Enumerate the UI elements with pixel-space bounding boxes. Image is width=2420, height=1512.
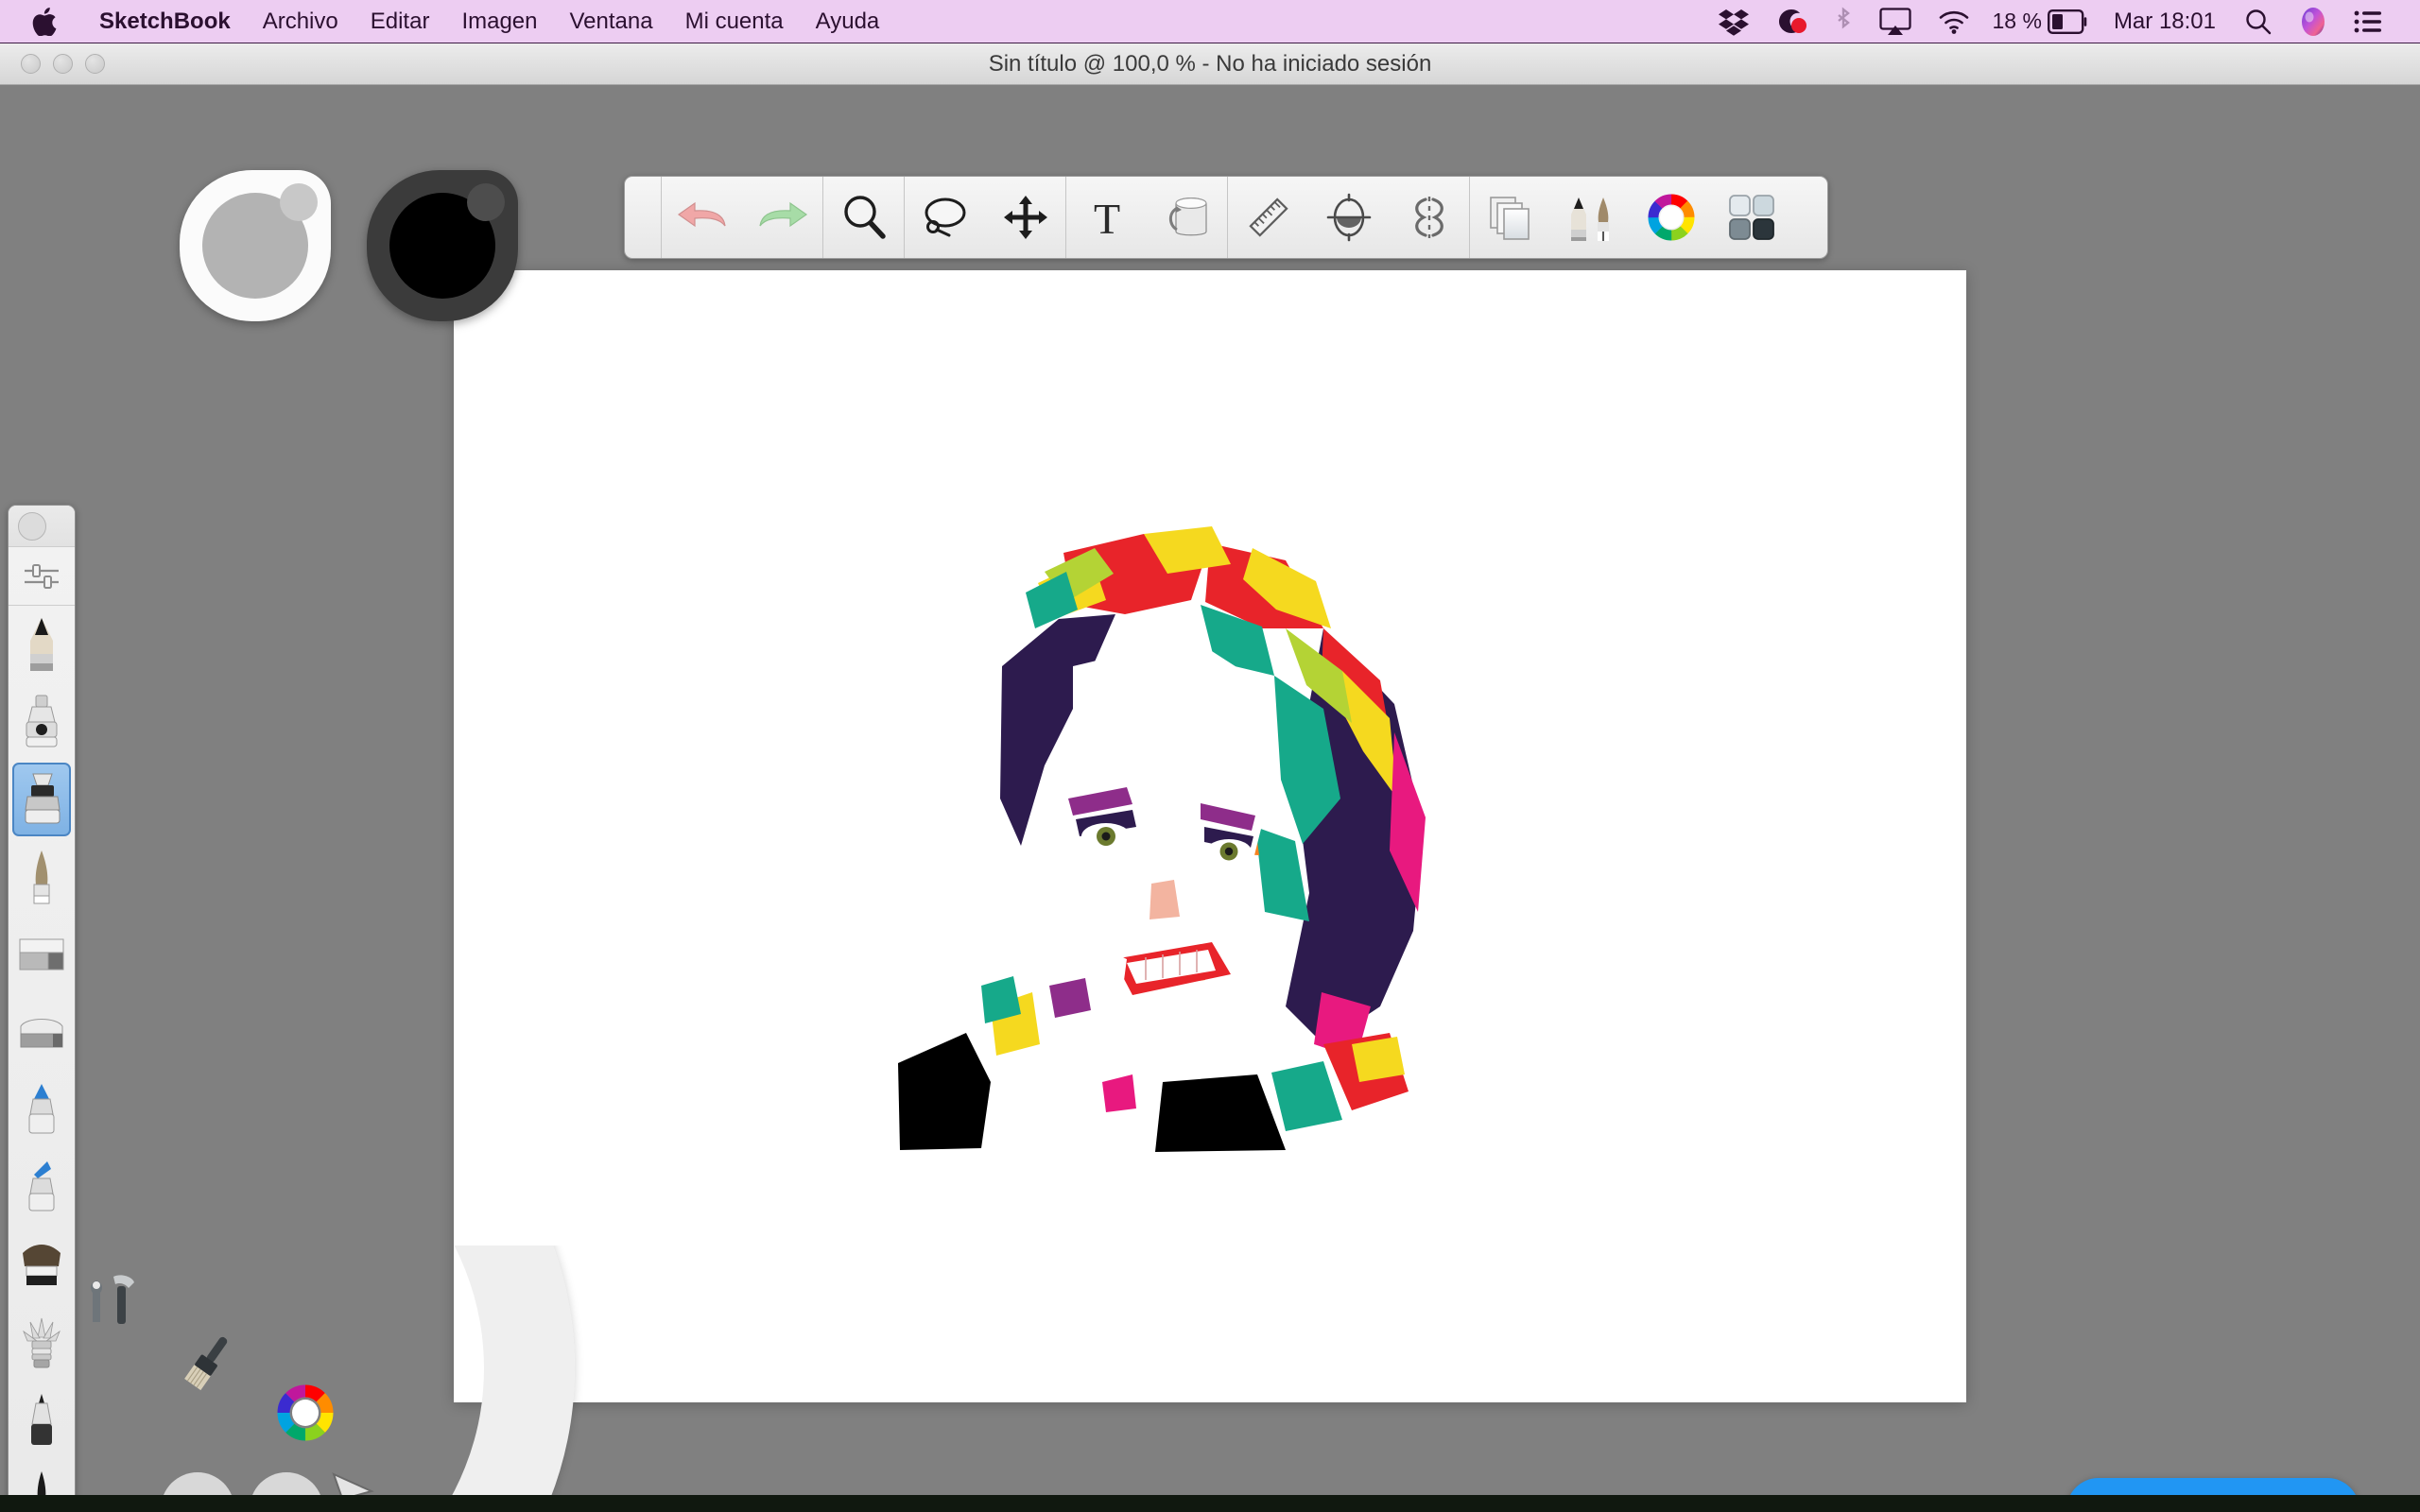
menu-item-imagen[interactable]: Imagen [445, 0, 553, 43]
toolbar-group-create: T [1066, 177, 1227, 258]
brush-size-puck-body [180, 170, 331, 321]
brush-size-puck-handle[interactable] [280, 183, 318, 221]
window-title: Sin título @ 100,0 % - No ha iniciado se… [988, 50, 1432, 77]
lagoon-color[interactable] [270, 1378, 340, 1448]
layers-button[interactable] [1470, 177, 1550, 258]
drawing-canvas[interactable] [454, 270, 1966, 1402]
zoom-tool-button[interactable] [823, 177, 904, 258]
menu-item-archivo[interactable]: Archivo [247, 0, 354, 43]
siri-icon[interactable] [2286, 0, 2341, 43]
color-wheel-button[interactable] [1631, 177, 1711, 258]
move-tool-button[interactable] [985, 177, 1065, 258]
brush-marker-blue-chisel[interactable] [9, 1148, 75, 1226]
menu-item-sketchbook[interactable]: SketchBook [83, 0, 247, 43]
color-puck-handle[interactable] [467, 183, 505, 221]
menu-item-mi-cuenta[interactable]: Mi cuenta [669, 0, 800, 43]
screen-bottom-band [0, 1495, 2420, 1512]
text-tool-button[interactable]: T [1066, 177, 1147, 258]
symmetry-button[interactable] [1389, 177, 1469, 258]
notification-center-icon[interactable] [2341, 0, 2395, 43]
search-icon[interactable] [2231, 0, 2286, 43]
redo-button[interactable] [742, 177, 822, 258]
toolbar-right-pad [1791, 177, 1827, 258]
menubar-clock[interactable]: Mar 18:01 [2099, 9, 2231, 35]
svg-text:T: T [1093, 195, 1119, 240]
swatches-button[interactable] [1711, 177, 1791, 258]
toolbar-group-select [905, 177, 1065, 258]
menubar-status-area: 18 % Mar 18:01 [1705, 0, 2396, 43]
menu-item-ventana[interactable]: Ventana [554, 0, 669, 43]
brush-splatter[interactable] [9, 1303, 75, 1381]
brush-palette [8, 505, 76, 1512]
bluetooth-icon[interactable] [1821, 0, 1866, 43]
menu-item-ayuda[interactable]: Ayuda [800, 0, 896, 43]
brushes-button[interactable] [1550, 177, 1631, 258]
brush-settings-button[interactable] [9, 547, 75, 606]
paint-bucket-button[interactable] [1147, 177, 1227, 258]
brush-pen[interactable] [9, 1381, 75, 1458]
battery-icon[interactable] [2047, 0, 2099, 43]
brush-marker[interactable] [12, 763, 71, 836]
toolbar-group-panels [1470, 177, 1791, 258]
lagoon-tools[interactable] [79, 1266, 149, 1336]
brush-airbrush[interactable] [9, 683, 75, 761]
brush-paintbrush[interactable] [9, 838, 75, 916]
lagoon-brush[interactable] [174, 1329, 244, 1399]
toolbar-group-view [823, 177, 904, 258]
workspace: T [0, 85, 2420, 1512]
airplay-icon[interactable] [1866, 0, 1925, 43]
sketchbook-window: Sin título @ 100,0 % - No ha iniciado se… [0, 43, 2420, 1512]
toolbar-group-guides [1228, 177, 1469, 258]
toolbar-group-history [662, 177, 822, 258]
menu-item-editar[interactable]: Editar [354, 0, 446, 43]
color-puck-body [367, 170, 518, 321]
wifi-icon[interactable] [1925, 0, 1983, 43]
apple-menu-icon[interactable] [32, 7, 57, 36]
battery-percent-label: 18 % [1992, 9, 2042, 33]
brush-marker-blue-fine[interactable] [9, 1071, 75, 1148]
brush-eraser-flat[interactable] [9, 916, 75, 993]
lasso-select-button[interactable] [905, 177, 985, 258]
dropbox-icon[interactable] [1705, 0, 1762, 43]
brush-eraser-block[interactable] [9, 993, 75, 1071]
color-puck[interactable] [367, 170, 518, 321]
window-title-bar[interactable]: Sin título @ 100,0 % - No ha iniciado se… [0, 43, 2420, 85]
brush-preview[interactable] [9, 506, 75, 547]
brush-preview-circle [18, 511, 46, 541]
brush-size-puck[interactable] [180, 170, 331, 321]
toolbar-left-pad [625, 177, 661, 258]
mac-menu-bar: SketchBook Archivo Editar Imagen Ventana… [0, 0, 2420, 43]
colorful-app-icon[interactable] [1762, 0, 1821, 43]
main-toolbar: T [624, 176, 1828, 259]
undo-button[interactable] [662, 177, 742, 258]
wpap-portrait-artwork [898, 526, 1426, 1152]
ruler-button[interactable] [1228, 177, 1308, 258]
ellipse-guide-button[interactable] [1308, 177, 1389, 258]
brush-pencil[interactable] [9, 606, 75, 683]
brush-fan[interactable] [9, 1226, 75, 1303]
